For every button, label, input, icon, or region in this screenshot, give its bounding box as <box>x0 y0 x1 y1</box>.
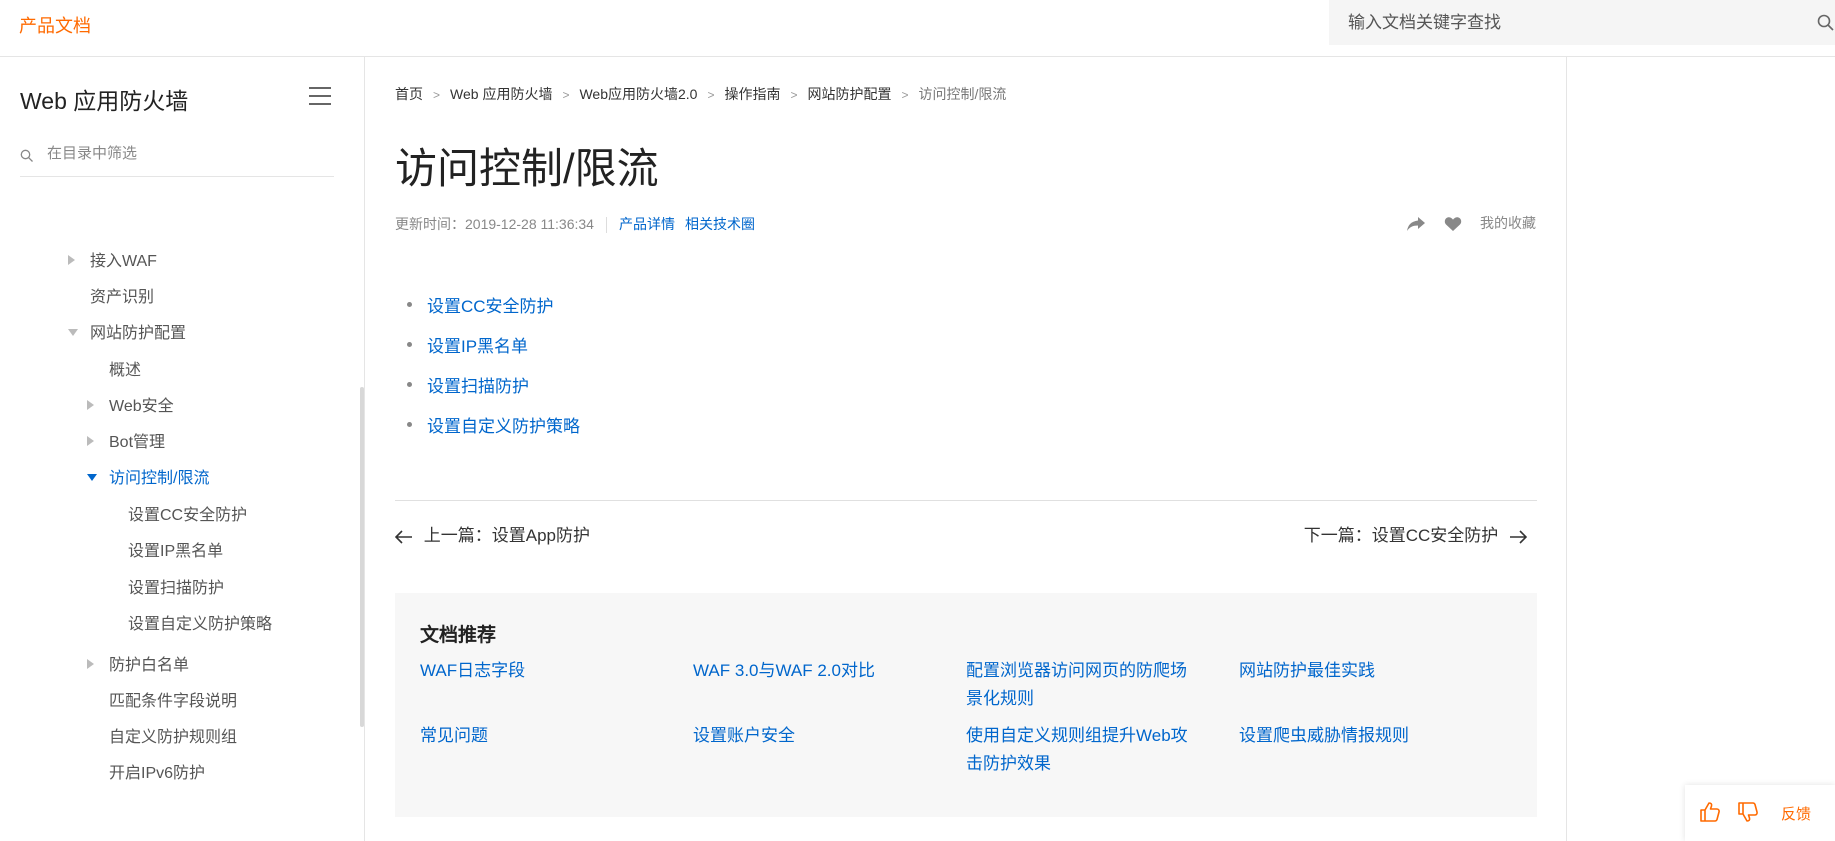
breadcrumb-site-protection[interactable]: 网站防护配置 <box>808 86 892 102</box>
chevron-right-icon: > <box>901 88 909 102</box>
link-scan[interactable]: 设置扫描防护 <box>427 377 529 396</box>
chevron-right-icon: > <box>562 88 570 102</box>
feedback-widget: 反馈 <box>1685 785 1835 841</box>
breadcrumb-waf[interactable]: Web 应用防火墙 <box>450 86 552 102</box>
rec-link[interactable]: WAF日志字段 <box>420 657 650 685</box>
sidebar-filter-input[interactable] <box>47 145 317 162</box>
caret-down-icon <box>87 474 97 481</box>
page-title: 访问控制/限流 <box>395 145 659 192</box>
heart-icon[interactable] <box>1444 216 1462 232</box>
doc-search <box>1329 0 1835 45</box>
brand-link[interactable]: 产品文档 <box>19 12 91 38</box>
arrow-right-icon <box>1510 529 1528 544</box>
feedback-button[interactable]: 反馈 <box>1781 803 1811 824</box>
rec-link[interactable]: WAF 3.0与WAF 2.0对比 <box>693 657 923 685</box>
top-bar: 产品文档 <box>0 0 1835 57</box>
rec-link[interactable]: 配置浏览器访问网页的防爬场景化规则 <box>966 657 1196 713</box>
breadcrumb-current: 访问控制/限流 <box>918 86 1007 102</box>
search-icon[interactable] <box>1817 14 1835 32</box>
caret-right-icon <box>87 400 94 410</box>
sidebar-title: Web 应用防火墙 <box>20 88 189 114</box>
tech-circle-link[interactable]: 相关技术圈 <box>685 216 755 232</box>
rec-link[interactable]: 设置爬虫威胁情报规则 <box>1239 722 1469 750</box>
pager: 上一篇：设置App防护 下一篇：设置CC安全防护 <box>394 500 1537 560</box>
prev-article-link[interactable]: 上一篇：设置App防护 <box>394 521 590 546</box>
my-favorites-link[interactable]: 我的收藏 <box>1480 215 1536 231</box>
article-actions: 我的收藏 <box>1406 213 1536 233</box>
article-link-list: 设置CC安全防护 设置IP黑名单 设置扫描防护 设置自定义防护策略 <box>407 292 580 452</box>
menu-icon[interactable] <box>309 87 331 105</box>
rec-link[interactable]: 使用自定义规则组提升Web攻击防护效果 <box>966 722 1196 778</box>
arrow-left-icon <box>394 529 412 544</box>
recommended-title: 文档推荐 <box>420 625 497 646</box>
search-icon <box>20 149 33 162</box>
recommended-docs: 文档推荐 WAF日志字段 WAF 3.0与WAF 2.0对比 配置浏览器访问网页… <box>395 593 1537 817</box>
thumbs-down-icon[interactable] <box>1737 801 1759 823</box>
updated-time: 更新时间：2019-12-28 11:36:34 <box>395 216 594 232</box>
rec-link[interactable]: 常见问题 <box>420 722 650 750</box>
caret-right-icon <box>87 659 94 669</box>
chevron-right-icon: > <box>433 88 441 102</box>
rec-link[interactable]: 网站防护最佳实践 <box>1239 657 1469 685</box>
doc-search-input[interactable] <box>1329 0 1769 45</box>
chevron-right-icon: > <box>707 88 715 102</box>
link-custom-policy[interactable]: 设置自定义防护策略 <box>427 417 580 436</box>
link-cc[interactable]: 设置CC安全防护 <box>427 297 554 316</box>
list-item: 设置自定义防护策略 <box>407 412 580 452</box>
caret-right-icon <box>68 255 75 265</box>
share-icon[interactable] <box>1406 216 1426 232</box>
divider <box>605 217 607 234</box>
breadcrumb-waf2[interactable]: Web应用防火墙2.0 <box>579 86 697 102</box>
main-content: 首页 > Web 应用防火墙 > Web应用防火墙2.0 > 操作指南 > 网站防护配置 > 访问控… <box>366 57 1567 841</box>
next-article-link[interactable]: 下一篇：设置CC安全防护 <box>1304 521 1528 546</box>
product-detail-link[interactable]: 产品详情 <box>619 216 675 232</box>
caret-right-icon <box>87 436 94 446</box>
list-item: 设置IP黑名单 <box>407 332 580 372</box>
thumbs-up-icon[interactable] <box>1699 801 1721 823</box>
rec-link[interactable]: 设置账户安全 <box>693 722 923 750</box>
chevron-right-icon: > <box>790 88 798 102</box>
list-item: 设置扫描防护 <box>407 372 580 412</box>
caret-down-icon <box>68 329 78 336</box>
sidebar-filter <box>20 135 334 235</box>
list-item: 设置CC安全防护 <box>407 292 580 332</box>
breadcrumb-home[interactable]: 首页 <box>395 86 423 102</box>
sidebar: Web 应用防火墙 接入WAF 资产识别 网站防护配置 概述 Web安全 Bot… <box>0 57 365 841</box>
sidebar-scrollbar[interactable] <box>360 387 364 727</box>
article-meta: 更新时间：2019-12-28 11:36:34 产品详情 相关技术圈 <box>395 214 765 234</box>
breadcrumb: 首页 > Web 应用防火墙 > Web应用防火墙2.0 > 操作指南 > 网站防护配置 > 访问控… <box>395 84 1006 104</box>
breadcrumb-guide[interactable]: 操作指南 <box>724 86 780 102</box>
link-ip-blacklist[interactable]: 设置IP黑名单 <box>427 337 528 356</box>
